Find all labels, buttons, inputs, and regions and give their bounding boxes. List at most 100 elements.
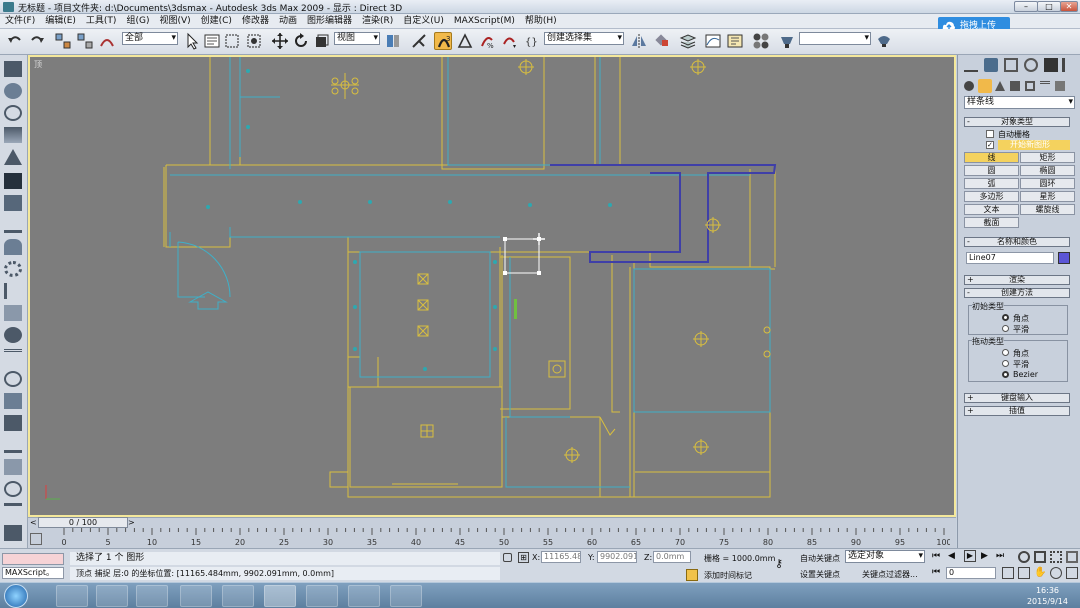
named-selection-dropdown[interactable]: 创建选择集	[544, 32, 624, 45]
select-link-icon[interactable]	[54, 32, 72, 50]
select-by-name-icon[interactable]	[203, 32, 221, 50]
snap-toggle-icon[interactable]: 3	[434, 32, 452, 50]
arc-button[interactable]: 弧	[964, 178, 1019, 189]
setkey-button[interactable]: 设置关键点	[800, 569, 840, 580]
object-name-input[interactable]: Line07	[966, 252, 1054, 264]
spacewarps-icon[interactable]	[1040, 81, 1050, 91]
mirror-icon[interactable]	[630, 32, 648, 50]
text-button[interactable]: 文本	[964, 204, 1019, 215]
sphere-icon[interactable]	[4, 83, 22, 99]
manipulate-icon[interactable]	[410, 32, 428, 50]
time-slider[interactable]: 0 / 100	[38, 517, 128, 528]
add-time-tag[interactable]: 添加时间标记	[704, 570, 752, 581]
wave-icon[interactable]	[4, 349, 22, 365]
spline-icon[interactable]	[4, 503, 22, 519]
move-icon[interactable]	[271, 32, 289, 50]
bind-spacewarp-icon[interactable]	[98, 32, 116, 50]
cameras-icon[interactable]	[1010, 81, 1020, 91]
key-mode-toggle-icon[interactable]: ⏮	[932, 567, 942, 577]
zoom-extents-icon[interactable]	[1050, 551, 1062, 563]
time-config-icon[interactable]	[1002, 567, 1014, 579]
scale-icon[interactable]	[313, 32, 331, 50]
menu-help[interactable]: 帮助(H)	[520, 14, 562, 28]
lights-icon[interactable]	[995, 81, 1005, 91]
utilities-tab-icon[interactable]	[1062, 58, 1076, 72]
rollout-object-type[interactable]: - 对象类型	[964, 117, 1070, 127]
menu-create[interactable]: 创建(C)	[196, 14, 237, 28]
key-mode-icon[interactable]	[30, 533, 42, 545]
redo-icon[interactable]	[28, 32, 46, 50]
figure-icon[interactable]	[4, 127, 22, 143]
reference-coord-dropdown[interactable]: 视图	[334, 32, 380, 45]
curve-editor-icon[interactable]	[704, 32, 722, 50]
app-icon[interactable]	[3, 2, 14, 12]
menu-tools[interactable]: 工具(T)	[81, 14, 122, 28]
key-filters-button[interactable]: 关键点过滤器...	[862, 569, 918, 580]
folder-icon[interactable]	[136, 585, 168, 607]
ellipse-button[interactable]: 椭圆	[1020, 165, 1075, 176]
menu-rendering[interactable]: 渲染(R)	[357, 14, 398, 28]
edit-named-sel-icon[interactable]: {}	[524, 32, 542, 50]
floor-plan-drawing[interactable]	[30, 57, 954, 515]
autokey-button[interactable]: 自动关键点	[800, 553, 840, 564]
motion-tab-icon[interactable]	[1024, 58, 1038, 72]
system-tray[interactable]	[876, 589, 1026, 603]
rotate-icon[interactable]	[292, 32, 310, 50]
hammer-icon[interactable]	[4, 283, 22, 299]
render-setup-icon[interactable]	[778, 32, 796, 50]
hierarchy-tab-icon[interactable]	[1004, 58, 1018, 72]
acrobat-icon[interactable]	[180, 585, 212, 607]
rollout-name-color[interactable]: - 名称和颜色	[964, 237, 1070, 247]
cloud-app-icon[interactable]	[56, 585, 88, 607]
menu-file[interactable]: 文件(F)	[0, 14, 40, 28]
ruler-icon[interactable]	[4, 217, 22, 233]
prev-frame-icon[interactable]: ◀	[948, 551, 958, 561]
menu-customize[interactable]: 自定义(U)	[398, 14, 449, 28]
y-coord-field[interactable]: 9902.091m	[597, 551, 637, 563]
angle-snap-icon[interactable]	[456, 32, 474, 50]
current-frame-input[interactable]: 0	[946, 567, 996, 579]
timeline-ruler[interactable]: 0 5 10 15 20 25 30 35 40 45 50 55 60 65 70 75 80 85 90 95 10…	[36, 528, 950, 548]
geometry-icon[interactable]	[964, 81, 974, 91]
house-icon[interactable]	[4, 61, 22, 77]
lock-icon[interactable]	[503, 553, 512, 562]
camera-icon[interactable]	[4, 173, 22, 189]
stack-icon[interactable]	[4, 195, 22, 211]
rollout-creation-method[interactable]: - 创建方法	[964, 288, 1070, 298]
brush-icon[interactable]	[4, 239, 22, 255]
donut-button[interactable]: 圆环	[1020, 178, 1075, 189]
pivot-center-icon[interactable]	[384, 32, 402, 50]
spiral-icon[interactable]	[4, 371, 22, 387]
gear-icon[interactable]	[4, 261, 22, 277]
browser-icon[interactable]	[96, 585, 128, 607]
rotate-icon[interactable]	[4, 481, 22, 497]
3dsmax-taskbar-icon[interactable]	[264, 585, 296, 607]
window-crossing-icon[interactable]	[245, 32, 263, 50]
rectangle-button[interactable]: 矩形	[1020, 152, 1075, 163]
menu-graph-editors[interactable]: 图形编辑器	[302, 14, 357, 28]
systems-icon[interactable]	[1055, 81, 1065, 91]
teapot-icon[interactable]	[4, 525, 22, 541]
drag-corner-radio[interactable]	[1002, 349, 1009, 356]
notes-icon[interactable]	[348, 585, 380, 607]
orbit-icon[interactable]	[1050, 567, 1062, 579]
pipe-icon[interactable]	[4, 459, 22, 475]
menu-animation[interactable]: 动画	[274, 14, 302, 28]
key-icon[interactable]: ⚷	[775, 557, 795, 570]
layer-manager-icon[interactable]	[679, 32, 697, 50]
helpers-icon[interactable]	[1025, 81, 1035, 91]
drag-smooth-radio[interactable]	[1002, 360, 1009, 367]
z-coord-field[interactable]: 0.0mm	[653, 551, 691, 563]
ngon-button[interactable]: 多边形	[964, 191, 1019, 202]
time-tag-icon[interactable]	[686, 569, 698, 581]
notepad-app-icon[interactable]	[222, 585, 254, 607]
circle-button[interactable]: 圆	[964, 165, 1019, 176]
align-icon[interactable]	[654, 32, 672, 50]
rollout-interpolation[interactable]: + 插值	[964, 406, 1070, 416]
schematic-view-icon[interactable]	[726, 32, 744, 50]
line-button[interactable]: 线	[964, 152, 1019, 163]
bar-icon[interactable]	[4, 437, 22, 453]
percent-snap-icon[interactable]: %	[478, 32, 496, 50]
start-orb-icon[interactable]	[4, 584, 28, 608]
menu-views[interactable]: 视图(V)	[154, 14, 195, 28]
